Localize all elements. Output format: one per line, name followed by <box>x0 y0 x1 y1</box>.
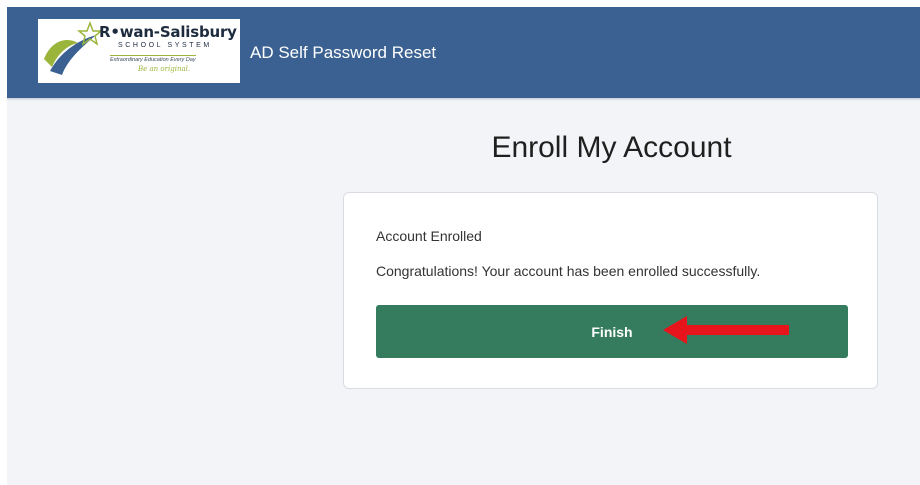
logo-subtitle: SCHOOL SYSTEM <box>118 42 212 49</box>
app-title: AD Self Password Reset <box>250 43 437 62</box>
page-title: Enroll My Account <box>491 131 732 164</box>
status-text: Account Enrolled <box>376 228 482 244</box>
logo-title: R•wan-Salisbury <box>99 23 237 41</box>
enrollment-card: Account Enrolled Congratulations! Your a… <box>343 192 878 389</box>
red-arrow-icon <box>663 316 789 344</box>
success-message: Congratulations! Your account has been e… <box>376 263 761 279</box>
logo-tagline: Extraordinary Education Every Day <box>110 55 196 63</box>
school-logo: R•wan-Salisbury SCHOOL SYSTEM Extraordin… <box>38 19 240 83</box>
page: R•wan-Salisbury SCHOOL SYSTEM Extraordin… <box>7 7 920 485</box>
logo-motto: Be an original. <box>138 65 191 73</box>
header-bar: R•wan-Salisbury SCHOOL SYSTEM Extraordin… <box>7 7 920 101</box>
